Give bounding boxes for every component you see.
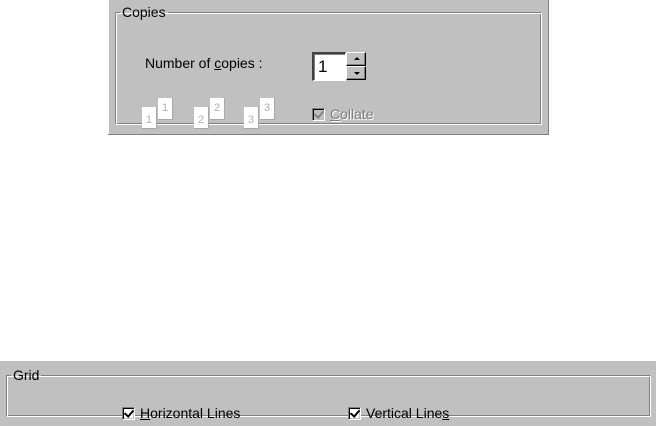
arrow-down-icon xyxy=(354,72,360,75)
collate-label: Collate xyxy=(330,106,374,122)
spin-down-button[interactable] xyxy=(346,66,366,80)
collate-pages-icon: 1 1 xyxy=(141,98,181,138)
page-icon: 2 xyxy=(194,107,209,129)
label-part: ollate xyxy=(340,106,374,122)
vertical-lines-label: Vertical Lines xyxy=(366,405,449,421)
arrow-up-icon xyxy=(354,57,360,60)
vertical-lines-checkbox[interactable] xyxy=(348,406,361,420)
copies-groupbox: Copies Number of copies : 1 1 1 2 2 3 3 … xyxy=(115,4,542,129)
label-mnemonic: s xyxy=(442,405,450,421)
number-of-copies-label: Number of copies : xyxy=(145,55,263,71)
spin-up-button[interactable] xyxy=(346,52,366,66)
grid-groupbox: Grid Horizontal Lines Vertical Lines xyxy=(6,367,651,421)
horizontal-lines-checkbox[interactable] xyxy=(122,406,135,420)
copies-group-title: Copies xyxy=(122,4,166,20)
page-icon: 3 xyxy=(244,107,259,129)
horizontal-lines-label: Horizontal Lines xyxy=(140,405,240,421)
collate-checkbox-row[interactable]: Collate xyxy=(312,106,374,122)
label-part: Number of xyxy=(145,55,215,71)
page-icon: 1 xyxy=(158,98,173,120)
label-mnemonic: H xyxy=(140,405,151,421)
collate-pages-icon: 2 2 xyxy=(193,98,233,138)
label-part: orizontal Lines xyxy=(150,405,241,421)
label-mnemonic: C xyxy=(330,106,341,122)
page-icon: 1 xyxy=(142,107,157,129)
label-part: Vertical Line xyxy=(366,405,443,421)
collate-checkbox[interactable] xyxy=(312,107,325,121)
copies-input[interactable]: 1 xyxy=(312,52,346,81)
vertical-lines-row[interactable]: Vertical Lines xyxy=(348,405,449,421)
label-part: opies : xyxy=(221,55,263,71)
page-icon: 2 xyxy=(210,98,225,120)
copies-spinner[interactable]: 1 xyxy=(312,52,366,81)
collate-pages-icon: 3 3 xyxy=(243,98,283,138)
copies-panel: Copies Number of copies : 1 1 1 2 2 3 3 … xyxy=(108,0,549,135)
page-icon: 3 xyxy=(260,98,275,120)
horizontal-lines-row[interactable]: Horizontal Lines xyxy=(122,405,240,421)
grid-group-title: Grid xyxy=(13,367,40,383)
grid-panel: Grid Horizontal Lines Vertical Lines xyxy=(0,361,656,426)
